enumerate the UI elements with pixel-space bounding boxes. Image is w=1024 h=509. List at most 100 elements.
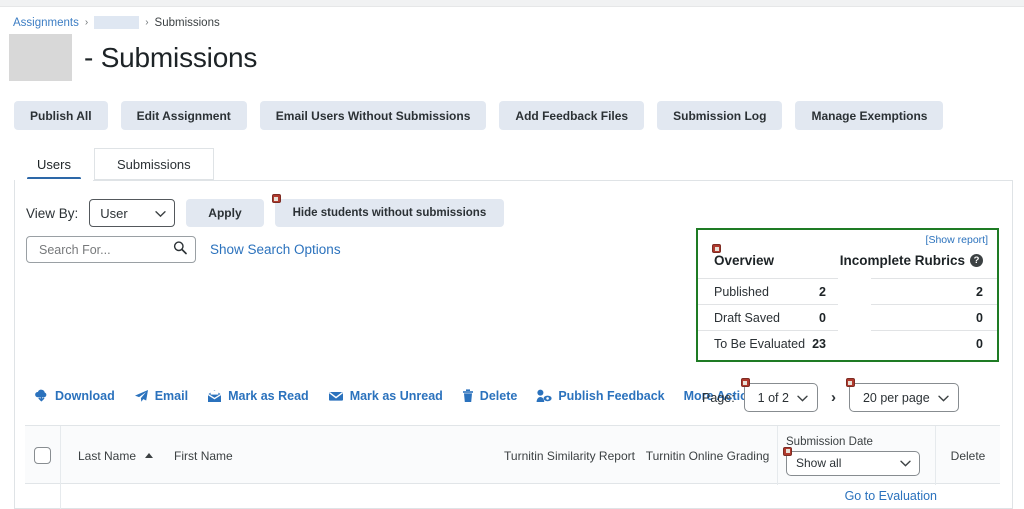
- edit-assignment-button[interactable]: Edit Assignment: [120, 101, 247, 130]
- breadcrumb: Assignments › › Submissions: [13, 16, 220, 29]
- manage-exemptions-button[interactable]: Manage Exemptions: [795, 101, 944, 130]
- breadcrumb-redacted-course: [94, 16, 140, 29]
- view-by-value: User: [100, 205, 128, 221]
- overview-row-rubrics: 2: [976, 284, 983, 299]
- submission-log-button[interactable]: Submission Log: [657, 101, 783, 130]
- chevron-down-icon: [797, 391, 808, 405]
- email-label: Email: [154, 389, 189, 403]
- hide-students-label: Hide students without submissions: [292, 207, 487, 219]
- per-page-select[interactable]: 20 per page: [845, 378, 959, 412]
- search-row: Show Search Options: [26, 236, 341, 263]
- tab-submissions[interactable]: Submissions: [93, 148, 214, 180]
- table-row: Go to Evaluation: [25, 484, 1000, 509]
- trash-icon: [462, 389, 474, 403]
- overview-row: Draft Saved 0 0: [698, 304, 997, 330]
- mark-as-unread-label: Mark as Unread: [349, 389, 443, 403]
- view-by-label: View By:: [26, 205, 79, 221]
- select-all-cell: [25, 426, 61, 485]
- breadcrumb-submissions: Submissions: [154, 16, 220, 29]
- search-input[interactable]: [37, 241, 175, 258]
- delete-label: Delete: [479, 389, 518, 403]
- show-report-link[interactable]: [Show report]: [926, 234, 988, 246]
- next-page-button[interactable]: ›: [827, 389, 840, 406]
- overview-row-label: Published: [714, 284, 769, 299]
- incomplete-rubrics-title: Incomplete Rubrics ?: [840, 253, 983, 268]
- turnitin-similarity-report-header: Turnitin Similarity Report: [504, 448, 635, 463]
- incomplete-rubrics-label: Incomplete Rubrics: [839, 253, 965, 268]
- submissions-page: Assignments › › Submissions - Submission…: [0, 0, 1024, 509]
- breadcrumb-assignments[interactable]: Assignments: [13, 17, 79, 29]
- mark-as-read-label: Mark as Read: [228, 389, 309, 403]
- delete-button[interactable]: Delete: [462, 389, 518, 403]
- overview-title-left-wrap: Overview: [698, 244, 838, 270]
- last-name-header[interactable]: Last Name: [78, 449, 136, 463]
- broken-image-icon: [740, 378, 750, 387]
- submission-date-filter-value: Show all: [796, 456, 842, 470]
- tab-users[interactable]: Users: [14, 148, 94, 180]
- apply-button[interactable]: Apply: [186, 199, 264, 227]
- mark-as-unread-button[interactable]: Mark as Unread: [328, 389, 443, 403]
- hide-students-without-submissions-button[interactable]: Hide students without submissions: [271, 194, 505, 227]
- email-button[interactable]: Email: [134, 389, 188, 403]
- page-label: Page:: [702, 390, 735, 405]
- overview-row-left: To Be Evaluated 23: [698, 330, 838, 356]
- broken-image-icon: [712, 244, 721, 253]
- email-users-without-submissions-button[interactable]: Email Users Without Submissions: [259, 101, 487, 130]
- view-by-row: View By: User Apply Hide students withou…: [26, 194, 505, 227]
- overview-row-count: 23: [812, 336, 826, 351]
- per-page-value: 20 per page: [862, 390, 930, 405]
- submissions-table: Last Name First Name Turnitin Similarity…: [25, 425, 1000, 509]
- overview-row-count: 0: [819, 310, 826, 325]
- overview-header: Overview Incomplete Rubrics ?: [698, 244, 997, 270]
- publish-all-button[interactable]: Publish All: [14, 101, 108, 130]
- overview-row-right: 2: [871, 278, 997, 304]
- top-strip: [0, 0, 1024, 7]
- page-select[interactable]: 1 of 2: [740, 378, 818, 412]
- overview-row-left: Draft Saved 0: [698, 304, 838, 330]
- envelope-open-icon: [207, 389, 222, 403]
- show-search-options-link[interactable]: Show Search Options: [210, 242, 341, 257]
- broken-image-icon: [271, 194, 281, 203]
- page-value: 1 of 2: [757, 390, 789, 405]
- breadcrumb-separator-1: ›: [84, 17, 89, 28]
- pagination-controls: Page: 1 of 2 › 20 per page: [702, 378, 959, 412]
- overview-rows: Published 2 2 Draft Saved 0 0 To Be Eval: [698, 278, 997, 356]
- help-icon[interactable]: ?: [970, 254, 983, 267]
- sort-ascending-icon[interactable]: [145, 453, 154, 458]
- action-button-row: Publish All Edit Assignment Email Users …: [14, 101, 944, 130]
- tab-panel-active-mask: [15, 179, 93, 181]
- go-to-evaluation-link[interactable]: Go to Evaluation: [845, 489, 937, 503]
- download-cloud-icon: [34, 389, 49, 403]
- overview-row-label: Draft Saved: [714, 310, 781, 325]
- select-all-checkbox[interactable]: [34, 447, 51, 464]
- add-feedback-files-button[interactable]: Add Feedback Files: [499, 101, 645, 130]
- publish-feedback-button[interactable]: Publish Feedback: [536, 389, 665, 403]
- search-box[interactable]: [26, 236, 196, 263]
- bulk-action-toolbar: Download Email Mark as Read Mark as Unre…: [34, 389, 781, 403]
- chevron-down-icon: [900, 456, 911, 470]
- page-title-row: - Submissions: [9, 34, 257, 81]
- chevron-down-icon: [155, 206, 166, 221]
- envelope-closed-icon: [328, 389, 344, 403]
- download-button[interactable]: Download: [34, 389, 115, 403]
- table-header-row: Last Name First Name Turnitin Similarity…: [25, 425, 1000, 485]
- tab-bar: Users Submissions: [14, 148, 214, 180]
- turnitin-online-grading-header: Turnitin Online Grading: [645, 448, 770, 463]
- mark-as-read-button[interactable]: Mark as Read: [207, 389, 309, 403]
- delete-column-header: Delete: [950, 448, 986, 463]
- overview-title-right-wrap: Incomplete Rubrics ?: [838, 252, 997, 270]
- overview-row-left: Published 2: [698, 278, 838, 304]
- submission-date-filter-select[interactable]: Show all: [783, 446, 920, 476]
- overview-row: Published 2 2: [698, 278, 997, 304]
- submission-date-label: Submission Date: [786, 435, 873, 448]
- search-icon[interactable]: [173, 240, 187, 259]
- overview-row-rubrics: 0: [976, 310, 983, 325]
- overview-row-label: To Be Evaluated: [714, 336, 806, 351]
- person-eye-icon: [536, 389, 552, 403]
- first-name-header[interactable]: First Name: [174, 449, 233, 463]
- view-by-select[interactable]: User: [89, 199, 176, 227]
- page-title: - Submissions: [84, 41, 258, 73]
- publish-feedback-label: Publish Feedback: [558, 389, 665, 403]
- name-column-header: Last Name First Name: [61, 426, 501, 485]
- overview-row: To Be Evaluated 23 0: [698, 330, 997, 356]
